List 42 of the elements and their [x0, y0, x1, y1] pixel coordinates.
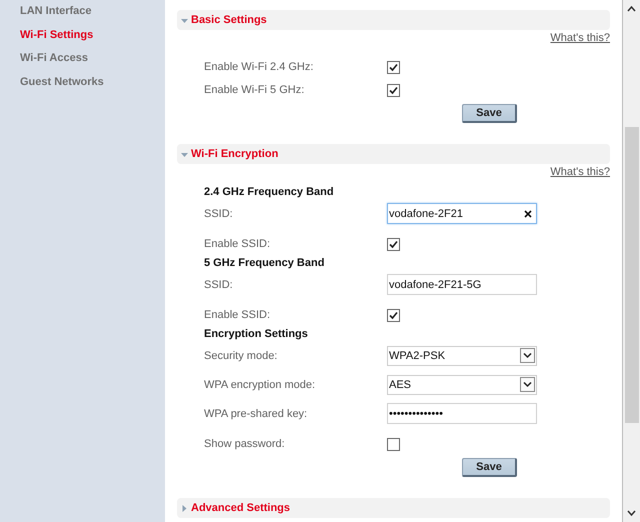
field-label: SSID:	[204, 278, 234, 290]
sidebar-item[interactable]: Wi-Fi Access	[20, 47, 165, 70]
field-label: Enable SSID:	[204, 309, 272, 321]
clear-icon[interactable]	[524, 210, 532, 218]
password-field[interactable]: ••••••••••••••	[387, 403, 537, 424]
save-button[interactable]: Save	[462, 458, 517, 477]
group-heading: Encryption Settings	[204, 327, 309, 342]
help-link[interactable]: What's this?	[550, 166, 610, 178]
field-label: Enable Wi-Fi 5 GHz:	[204, 84, 306, 96]
chevron-down-icon	[520, 377, 535, 392]
dropdown[interactable]: AES	[387, 374, 537, 394]
section-header[interactable]: Advanced Settings	[177, 498, 610, 518]
checkbox[interactable]	[387, 238, 400, 250]
scrollbar-thumb[interactable]	[625, 127, 639, 423]
section-header[interactable]: Wi-Fi Encryption	[177, 144, 610, 164]
text-field[interactable]: vodafone-2F21-5G	[387, 274, 537, 295]
group-heading: 5 GHz Frequency Band	[204, 256, 326, 271]
sidebar-item[interactable]: LAN Interface	[20, 0, 165, 24]
field-label: Enable SSID:	[204, 238, 272, 250]
field-label: Security mode:	[204, 350, 278, 362]
field-label: SSID:	[204, 208, 234, 220]
checkbox[interactable]	[387, 84, 400, 96]
triangle-down-icon	[181, 150, 188, 158]
field-label: Show password:	[204, 438, 286, 450]
sidebar-item[interactable]: Wi-Fi Settings	[20, 24, 165, 47]
sidebar-item[interactable]: Guest Networks	[20, 70, 165, 94]
group-heading: 2.4 GHz Frequency Band	[204, 185, 335, 200]
checkbox[interactable]	[387, 308, 400, 322]
help-link[interactable]: What's this?	[550, 32, 610, 44]
text-field[interactable]: vodafone-2F21	[387, 203, 537, 224]
field-label: WPA encryption mode:	[204, 378, 316, 390]
triangle-down-icon	[181, 16, 188, 24]
dropdown[interactable]: WPA2-PSK	[387, 346, 537, 366]
field-label: WPA pre-shared key:	[204, 408, 308, 420]
scrollbar[interactable]	[622, 0, 640, 522]
checkbox[interactable]	[387, 438, 400, 450]
field-label: Enable Wi-Fi 2.4 GHz:	[204, 61, 314, 73]
section-header[interactable]: Basic Settings	[177, 10, 610, 30]
chevron-down-icon	[520, 348, 535, 363]
save-button[interactable]: Save	[462, 104, 517, 123]
checkbox[interactable]	[387, 60, 400, 74]
triangle-right-icon	[181, 504, 188, 512]
